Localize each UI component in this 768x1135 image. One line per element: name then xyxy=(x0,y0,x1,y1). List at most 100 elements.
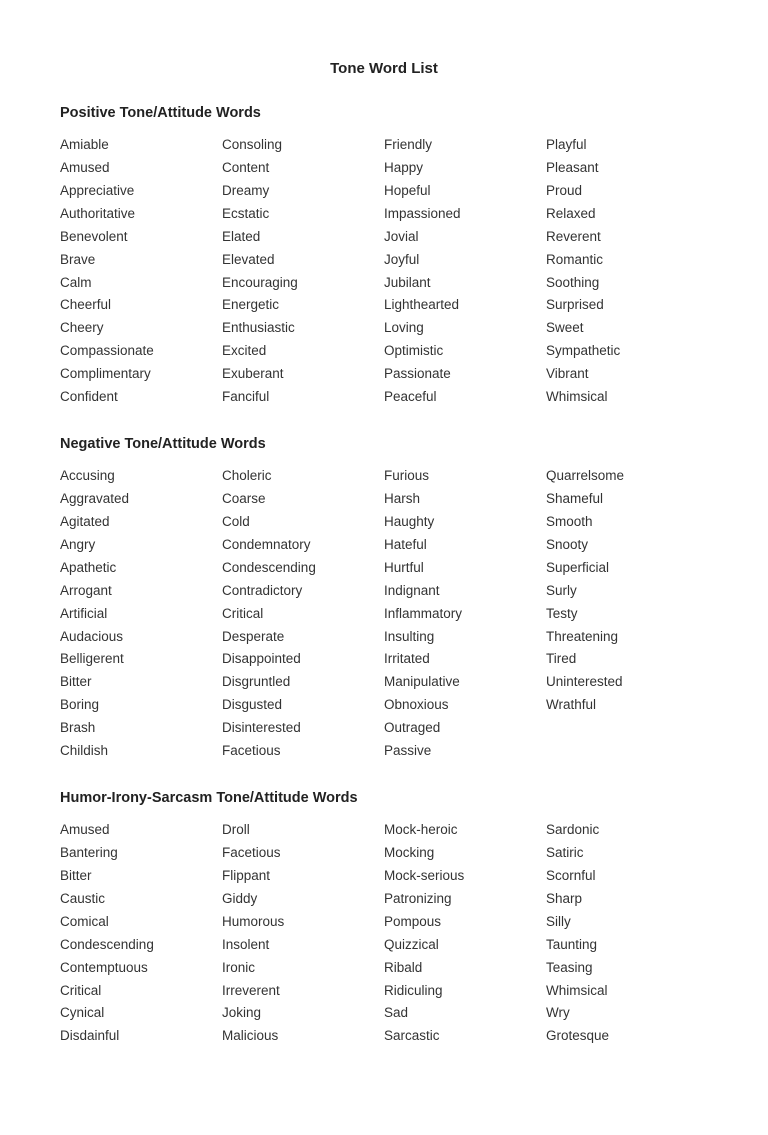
word-item: Pompous xyxy=(384,912,546,933)
word-column-humor-1: DrollFacetiousFlippantGiddyHumorousInsol… xyxy=(222,820,384,1047)
word-item: Cheery xyxy=(60,318,222,339)
word-column-negative-0: AccusingAggravatedAgitatedAngryApathetic… xyxy=(60,466,222,762)
word-item: Pleasant xyxy=(546,158,708,179)
word-item: Scornful xyxy=(546,866,708,887)
word-item: Jubilant xyxy=(384,273,546,294)
word-item: Apathetic xyxy=(60,558,222,579)
word-item: Wrathful xyxy=(546,695,708,716)
section-heading-negative: Negative Tone/Attitude Words xyxy=(60,436,708,452)
word-item: Cheerful xyxy=(60,295,222,316)
word-item: Contradictory xyxy=(222,581,384,602)
word-item: Calm xyxy=(60,273,222,294)
word-item: Hateful xyxy=(384,535,546,556)
word-column-positive-1: ConsolingContentDreamyEcstaticElatedElev… xyxy=(222,135,384,408)
word-item: Sad xyxy=(384,1003,546,1024)
word-item: Testy xyxy=(546,604,708,625)
section-heading-positive: Positive Tone/Attitude Words xyxy=(60,105,708,121)
word-item: Enthusiastic xyxy=(222,318,384,339)
word-column-positive-3: PlayfulPleasantProudRelaxedReverentRoman… xyxy=(546,135,708,408)
word-item: Desperate xyxy=(222,627,384,648)
word-item: Coarse xyxy=(222,489,384,510)
word-item: Friendly xyxy=(384,135,546,156)
word-item: Proud xyxy=(546,181,708,202)
word-item: Bitter xyxy=(60,866,222,887)
word-item: Irreverent xyxy=(222,981,384,1002)
word-item: Energetic xyxy=(222,295,384,316)
word-item: Authoritative xyxy=(60,204,222,225)
word-item: Sardonic xyxy=(546,820,708,841)
word-item: Impassioned xyxy=(384,204,546,225)
section-humor: Humor-Irony-Sarcasm Tone/Attitude WordsA… xyxy=(60,790,708,1047)
word-item: Teasing xyxy=(546,958,708,979)
word-item: Giddy xyxy=(222,889,384,910)
word-item: Disdainful xyxy=(60,1026,222,1047)
page-title: Tone Word List xyxy=(60,60,708,77)
word-item: Indignant xyxy=(384,581,546,602)
word-item: Mock-serious xyxy=(384,866,546,887)
word-item: Soothing xyxy=(546,273,708,294)
word-item: Joyful xyxy=(384,250,546,271)
word-item: Critical xyxy=(60,981,222,1002)
word-item: Fanciful xyxy=(222,387,384,408)
word-item: Disappointed xyxy=(222,649,384,670)
word-item: Cold xyxy=(222,512,384,533)
word-item: Critical xyxy=(222,604,384,625)
word-item: Vibrant xyxy=(546,364,708,385)
word-column-positive-0: AmiableAmusedAppreciativeAuthoritativeBe… xyxy=(60,135,222,408)
word-item: Whimsical xyxy=(546,387,708,408)
word-item: Dreamy xyxy=(222,181,384,202)
word-item: Surly xyxy=(546,581,708,602)
word-item: Mocking xyxy=(384,843,546,864)
word-item: Disgruntled xyxy=(222,672,384,693)
word-item: Content xyxy=(222,158,384,179)
word-item: Caustic xyxy=(60,889,222,910)
word-item: Contemptuous xyxy=(60,958,222,979)
word-item: Whimsical xyxy=(546,981,708,1002)
word-item: Angry xyxy=(60,535,222,556)
word-grid-humor: AmusedBanteringBitterCausticComicalConde… xyxy=(60,820,708,1047)
word-item: Condemnatory xyxy=(222,535,384,556)
word-item: Snooty xyxy=(546,535,708,556)
word-item: Joking xyxy=(222,1003,384,1024)
content-area: Positive Tone/Attitude WordsAmiableAmuse… xyxy=(60,105,708,1047)
word-item: Romantic xyxy=(546,250,708,271)
word-item: Tired xyxy=(546,649,708,670)
word-item: Quarrelsome xyxy=(546,466,708,487)
word-item: Patronizing xyxy=(384,889,546,910)
word-item: Uninterested xyxy=(546,672,708,693)
word-item: Playful xyxy=(546,135,708,156)
word-item: Quizzical xyxy=(384,935,546,956)
word-item: Obnoxious xyxy=(384,695,546,716)
word-item: Surprised xyxy=(546,295,708,316)
word-item: Childish xyxy=(60,741,222,762)
word-item: Excited xyxy=(222,341,384,362)
word-item: Comical xyxy=(60,912,222,933)
word-item: Taunting xyxy=(546,935,708,956)
word-item: Appreciative xyxy=(60,181,222,202)
word-item: Complimentary xyxy=(60,364,222,385)
word-item: Ribald xyxy=(384,958,546,979)
word-column-humor-0: AmusedBanteringBitterCausticComicalConde… xyxy=(60,820,222,1047)
word-item: Accusing xyxy=(60,466,222,487)
word-item: Superficial xyxy=(546,558,708,579)
word-item: Encouraging xyxy=(222,273,384,294)
word-item: Disgusted xyxy=(222,695,384,716)
word-item: Bitter xyxy=(60,672,222,693)
word-item: Facetious xyxy=(222,843,384,864)
word-item: Sharp xyxy=(546,889,708,910)
word-item: Happy xyxy=(384,158,546,179)
word-item: Condescending xyxy=(60,935,222,956)
word-item: Peaceful xyxy=(384,387,546,408)
word-item: Flippant xyxy=(222,866,384,887)
word-column-negative-3: QuarrelsomeShamefulSmoothSnootySuperfici… xyxy=(546,466,708,762)
word-item: Choleric xyxy=(222,466,384,487)
word-item: Disinterested xyxy=(222,718,384,739)
word-item: Sweet xyxy=(546,318,708,339)
word-item: Consoling xyxy=(222,135,384,156)
word-item: Insulting xyxy=(384,627,546,648)
word-grid-negative: AccusingAggravatedAgitatedAngryApathetic… xyxy=(60,466,708,762)
word-item: Aggravated xyxy=(60,489,222,510)
word-item: Manipulative xyxy=(384,672,546,693)
word-item: Grotesque xyxy=(546,1026,708,1047)
word-item: Amiable xyxy=(60,135,222,156)
